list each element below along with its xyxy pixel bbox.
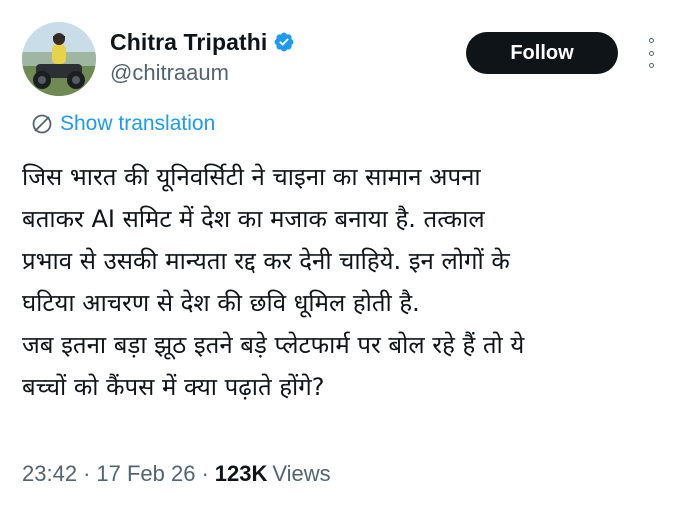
- tweet-card: Chitra Tripathi @chitraaum Follow Show t…: [0, 0, 680, 509]
- more-dot: [648, 50, 654, 56]
- display-name[interactable]: Chitra Tripathi: [110, 29, 267, 56]
- tweet-meta: 23:42 · 17 Feb 26 · 123K Views: [22, 459, 331, 489]
- tweet-header: Chitra Tripathi @chitraaum Follow: [22, 18, 658, 98]
- name-row: Chitra Tripathi: [110, 26, 295, 58]
- avatar-image: [22, 22, 96, 96]
- more-dot: [648, 63, 654, 68]
- globe-icon: [30, 112, 54, 136]
- tweet-text: जिस भारत की यूनिवर्सिटी ने चाइना का सामा…: [22, 163, 525, 401]
- author-handle[interactable]: @chitraaum: [110, 60, 295, 86]
- verified-badge-icon: [273, 31, 295, 53]
- views-label: Views: [272, 461, 331, 486]
- meta-separator: ·: [201, 461, 209, 486]
- author-block: Chitra Tripathi @chitraaum: [110, 26, 295, 86]
- tweet-date[interactable]: 17 Feb 26: [96, 461, 195, 487]
- more-dot: [648, 38, 654, 43]
- show-translation-label[interactable]: Show translation: [60, 112, 215, 136]
- avatar[interactable]: [22, 22, 96, 96]
- show-translation-link[interactable]: Show translation: [30, 110, 215, 138]
- tweet-time[interactable]: 23:42: [22, 461, 77, 487]
- meta-separator: ·: [83, 461, 91, 486]
- more-vertical-icon[interactable]: [644, 38, 658, 68]
- views-count[interactable]: 123K: [215, 461, 268, 487]
- follow-button[interactable]: Follow: [466, 32, 618, 74]
